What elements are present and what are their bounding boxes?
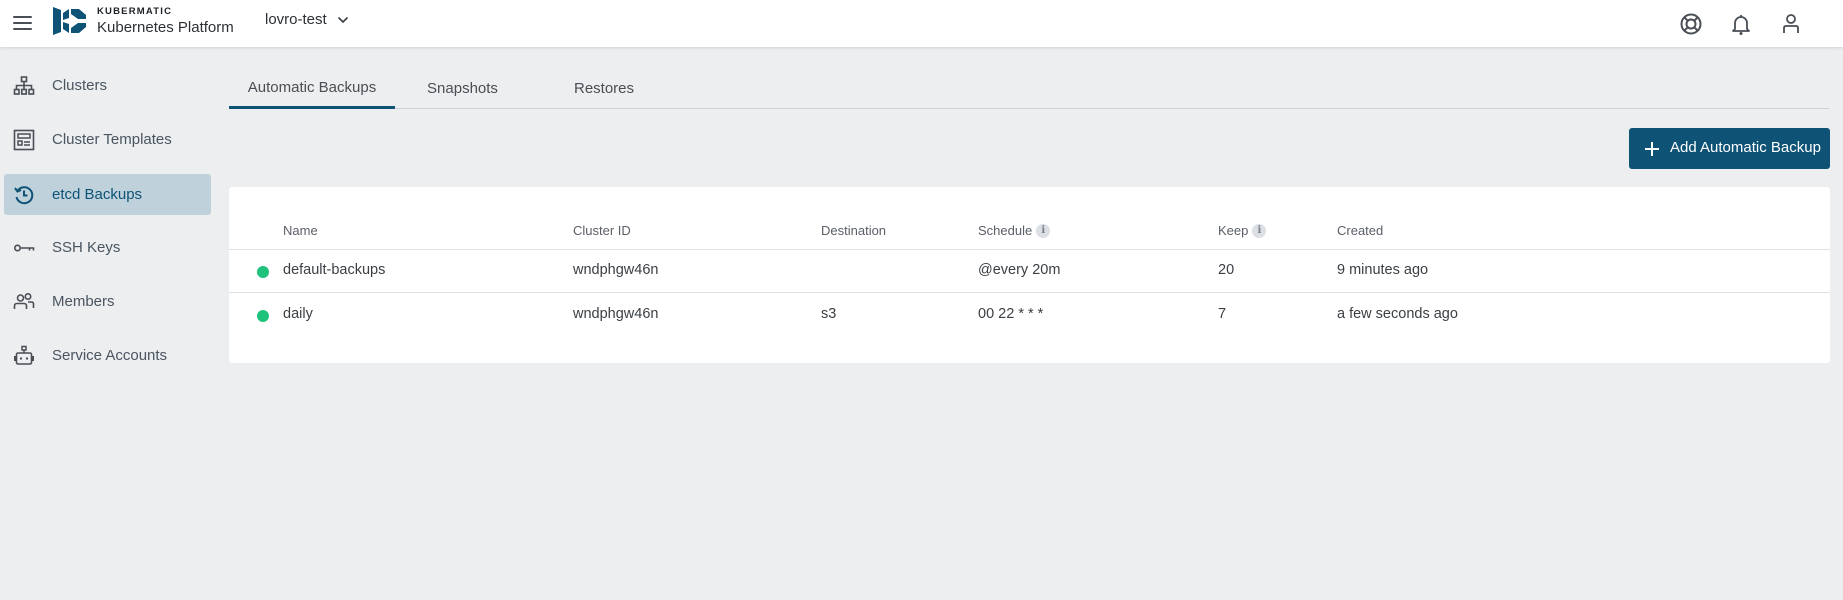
- column-header-name[interactable]: Name: [283, 223, 318, 238]
- help-lifebuoy-icon[interactable]: [1679, 12, 1703, 36]
- sidebar-item-label: Members: [52, 293, 115, 310]
- status-healthy-icon: [257, 310, 269, 322]
- cell-name: default-backups: [283, 262, 386, 278]
- info-icon[interactable]: i: [1252, 223, 1267, 238]
- sidebar-item-ssh-keys[interactable]: SSH Keys: [4, 227, 211, 268]
- add-button-label: Add Automatic Backup: [1670, 139, 1821, 156]
- column-header-created[interactable]: Created: [1337, 223, 1383, 238]
- tab-bar: Automatic Backups Snapshots Restores: [229, 68, 1829, 109]
- cluster-tree-icon: [13, 76, 35, 95]
- notifications-bell-icon[interactable]: [1729, 12, 1753, 36]
- plus-icon: [1645, 142, 1659, 156]
- cell-cluster-id: wndphgw46n: [573, 306, 659, 322]
- table-row[interactable]: daily wndphgw46n s3 00 22 * * * 7 a few …: [229, 294, 1830, 337]
- add-automatic-backup-button[interactable]: Add Automatic Backup: [1629, 128, 1830, 169]
- tab-restores[interactable]: Restores: [530, 68, 678, 109]
- brand-bottom: Kubernetes Platform: [97, 19, 234, 36]
- column-header-schedule[interactable]: Schedule i: [978, 223, 1051, 238]
- status-healthy-icon: [257, 266, 269, 278]
- table-header: Name Cluster ID Destination Schedule i Ke…: [229, 187, 1830, 250]
- column-label: Schedule: [978, 223, 1033, 238]
- robot-icon: [14, 345, 34, 365]
- column-label: Created: [1337, 223, 1384, 238]
- tab-automatic-backups[interactable]: Automatic Backups: [229, 68, 395, 109]
- sidebar-item-label: Cluster Templates: [52, 131, 172, 148]
- sidebar-item-members[interactable]: Members: [4, 281, 211, 322]
- cell-keep: 20: [1218, 262, 1235, 278]
- key-icon: [13, 244, 35, 252]
- sidebar-item-cluster-templates[interactable]: Cluster Templates: [4, 119, 211, 160]
- sidebar-item-service-accounts[interactable]: Service Accounts: [4, 335, 211, 376]
- cell-schedule: @every 20m: [978, 262, 1061, 278]
- template-icon: [13, 129, 35, 151]
- backups-table: Name Cluster ID Destination Schedule i Ke…: [229, 187, 1830, 363]
- sidebar-item-label: Service Accounts: [52, 347, 168, 364]
- column-header-keep[interactable]: Keep i: [1218, 223, 1267, 238]
- top-bar: KUBERMATIC Kubernetes Platform lovro-tes…: [0, 0, 1843, 47]
- column-header-destination[interactable]: Destination: [821, 223, 886, 238]
- cell-cluster-id: wndphgw46n: [573, 262, 659, 278]
- project-selector[interactable]: lovro-test: [265, 11, 349, 28]
- kubermatic-logo-icon[interactable]: [53, 7, 86, 35]
- column-label: Name: [283, 223, 318, 238]
- info-icon[interactable]: i: [1036, 223, 1051, 238]
- brand: KUBERMATIC Kubernetes Platform: [97, 6, 234, 37]
- cell-created: 9 minutes ago: [1337, 262, 1429, 278]
- tab-snapshots[interactable]: Snapshots: [395, 68, 530, 109]
- project-name: lovro-test: [265, 11, 327, 28]
- history-icon: [14, 186, 34, 205]
- sidebar-item-label: Clusters: [52, 77, 108, 94]
- members-icon: [13, 292, 35, 309]
- column-label: Cluster ID: [573, 223, 631, 238]
- cell-destination: s3: [821, 306, 837, 322]
- sidebar-item-etcd-backups[interactable]: etcd Backups: [4, 174, 211, 215]
- brand-top: KUBERMATIC: [97, 6, 173, 17]
- cell-schedule: 00 22 * * *: [978, 306, 1044, 322]
- column-label: Destination: [821, 223, 887, 238]
- cell-keep: 7: [1218, 306, 1227, 322]
- sidebar-item-clusters[interactable]: Clusters: [4, 65, 211, 106]
- column-header-cluster-id[interactable]: Cluster ID: [573, 223, 631, 238]
- sidebar-item-label: SSH Keys: [52, 239, 121, 256]
- cell-name: daily: [283, 306, 313, 322]
- account-user-icon[interactable]: [1779, 12, 1803, 36]
- column-label: Keep: [1218, 223, 1249, 238]
- cell-created: a few seconds ago: [1337, 306, 1458, 322]
- menu-icon[interactable]: [13, 12, 35, 34]
- sidebar-item-label: etcd Backups: [52, 186, 143, 203]
- chevron-down-icon: [337, 16, 348, 23]
- table-row[interactable]: default-backups wndphgw46n @every 20m 20…: [229, 250, 1830, 293]
